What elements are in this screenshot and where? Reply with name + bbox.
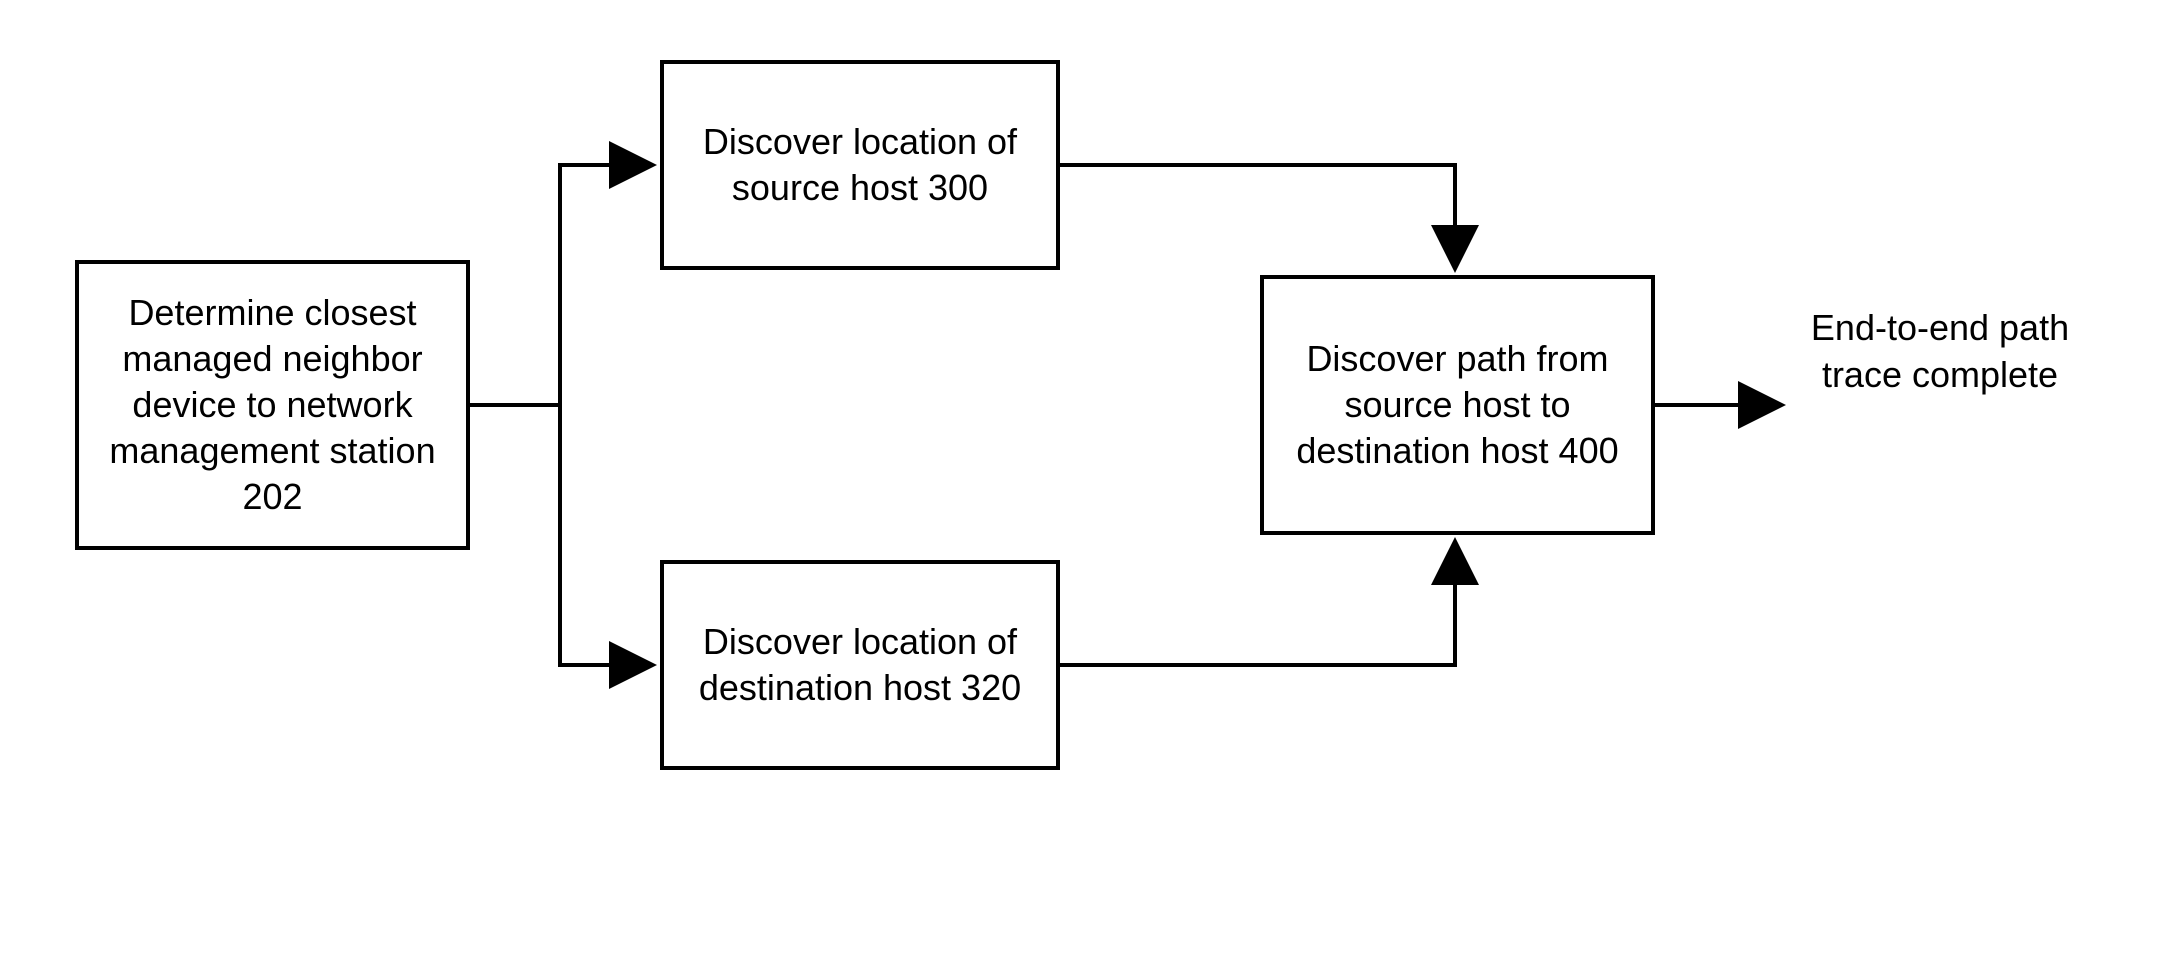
edge-dest-to-path xyxy=(1060,543,1455,665)
edge-source-to-path xyxy=(1060,165,1455,267)
box-determine-text: Determine closest managed neighbor devic… xyxy=(93,290,452,520)
box-determine-closest: Determine closest managed neighbor devic… xyxy=(75,260,470,550)
box-discover-path-text: Discover path from source host to destin… xyxy=(1278,336,1637,474)
edge-to-source xyxy=(560,165,651,405)
box-discover-path: Discover path from source host to destin… xyxy=(1260,275,1655,535)
end-label-text: End-to-end path trace complete xyxy=(1811,307,2069,395)
box-discover-source-text: Discover location of source host 300 xyxy=(678,119,1042,211)
box-discover-dest: Discover location of destination host 32… xyxy=(660,560,1060,770)
edge-to-dest xyxy=(560,405,651,665)
end-label: End-to-end path trace complete xyxy=(1790,305,2090,399)
box-discover-dest-text: Discover location of destination host 32… xyxy=(678,619,1042,711)
box-discover-source: Discover location of source host 300 xyxy=(660,60,1060,270)
